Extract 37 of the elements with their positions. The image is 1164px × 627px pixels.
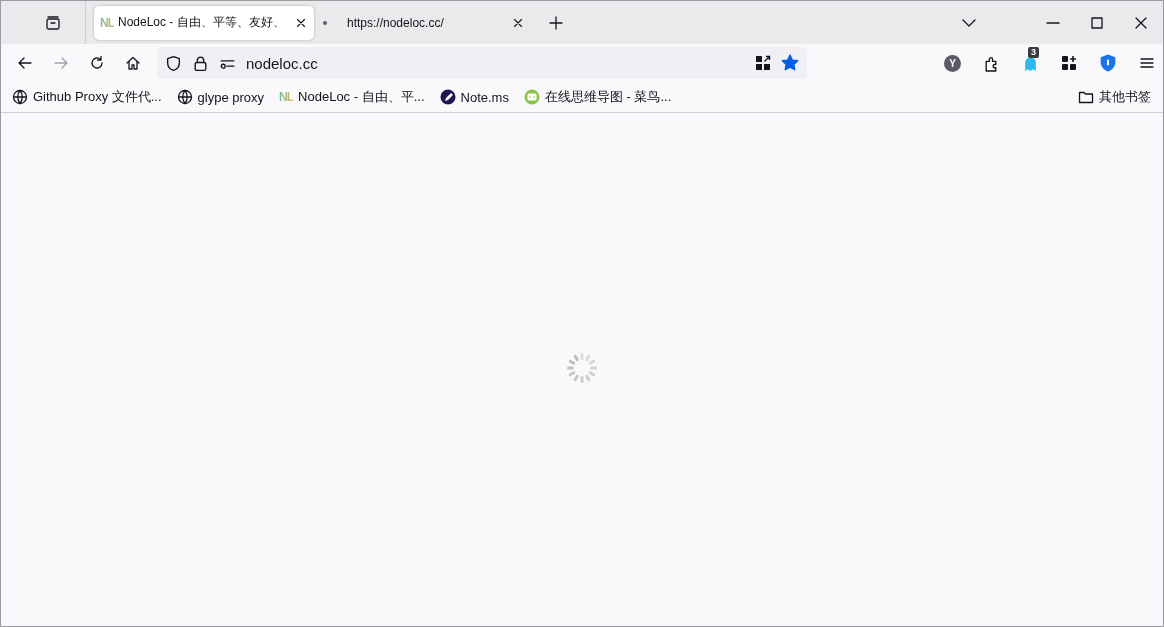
tab-overview-icon[interactable] — [45, 14, 61, 31]
bookmark-item[interactable]: glype proxy — [176, 89, 265, 105]
bookmark-item[interactable]: NL NodeLoc - 自由、平... — [279, 88, 425, 106]
site-logo-icon: NL — [279, 90, 294, 104]
globe-icon — [176, 89, 193, 105]
browser-tab[interactable]: https://nodeloc.cc/ — [314, 5, 534, 40]
home-icon[interactable] — [125, 55, 141, 71]
grid-plus-icon[interactable] — [1061, 55, 1077, 71]
browser-tab[interactable]: NL NodeLoc - 自由、平等、友好、 — [94, 5, 314, 40]
bookmark-label: glype proxy — [197, 89, 265, 105]
pen-circle-icon — [439, 89, 456, 105]
other-bookmarks-item[interactable]: 其他书签 — [1078, 88, 1151, 106]
grid-arrow-icon[interactable] — [755, 55, 771, 71]
bookmark-item[interactable]: Note.ms — [439, 89, 509, 105]
folder-icon — [1078, 89, 1094, 105]
dot-icon — [323, 20, 327, 25]
shield-icon[interactable] — [165, 54, 182, 72]
extension-badge: 3 — [1028, 46, 1039, 58]
lock-icon[interactable] — [192, 54, 209, 72]
tab-title: https://nodeloc.cc/ — [347, 15, 445, 30]
reload-icon[interactable] — [89, 55, 105, 71]
site-logo-icon: NL — [100, 15, 114, 30]
globe-icon — [12, 89, 28, 105]
code-window-icon — [523, 89, 540, 105]
address-bar[interactable]: nodeloc.cc — [157, 47, 807, 79]
url-text: nodeloc.cc — [246, 54, 319, 72]
back-icon[interactable] — [17, 55, 33, 71]
bookmark-label: 其他书签 — [1099, 88, 1151, 106]
bookmark-label: Note.ms — [460, 89, 509, 105]
maximize-icon[interactable] — [1089, 14, 1105, 31]
bookmark-label: NodeLoc - 自由、平... — [298, 88, 425, 106]
star-icon[interactable] — [781, 54, 799, 72]
extension-avatar-icon[interactable]: Y — [944, 54, 961, 72]
tab-title: NodeLoc - 自由、平等、友好、 — [118, 14, 286, 31]
menu-icon[interactable] — [1139, 55, 1155, 71]
loading-spinner-icon — [566, 351, 598, 384]
new-tab-icon[interactable] — [548, 14, 564, 31]
